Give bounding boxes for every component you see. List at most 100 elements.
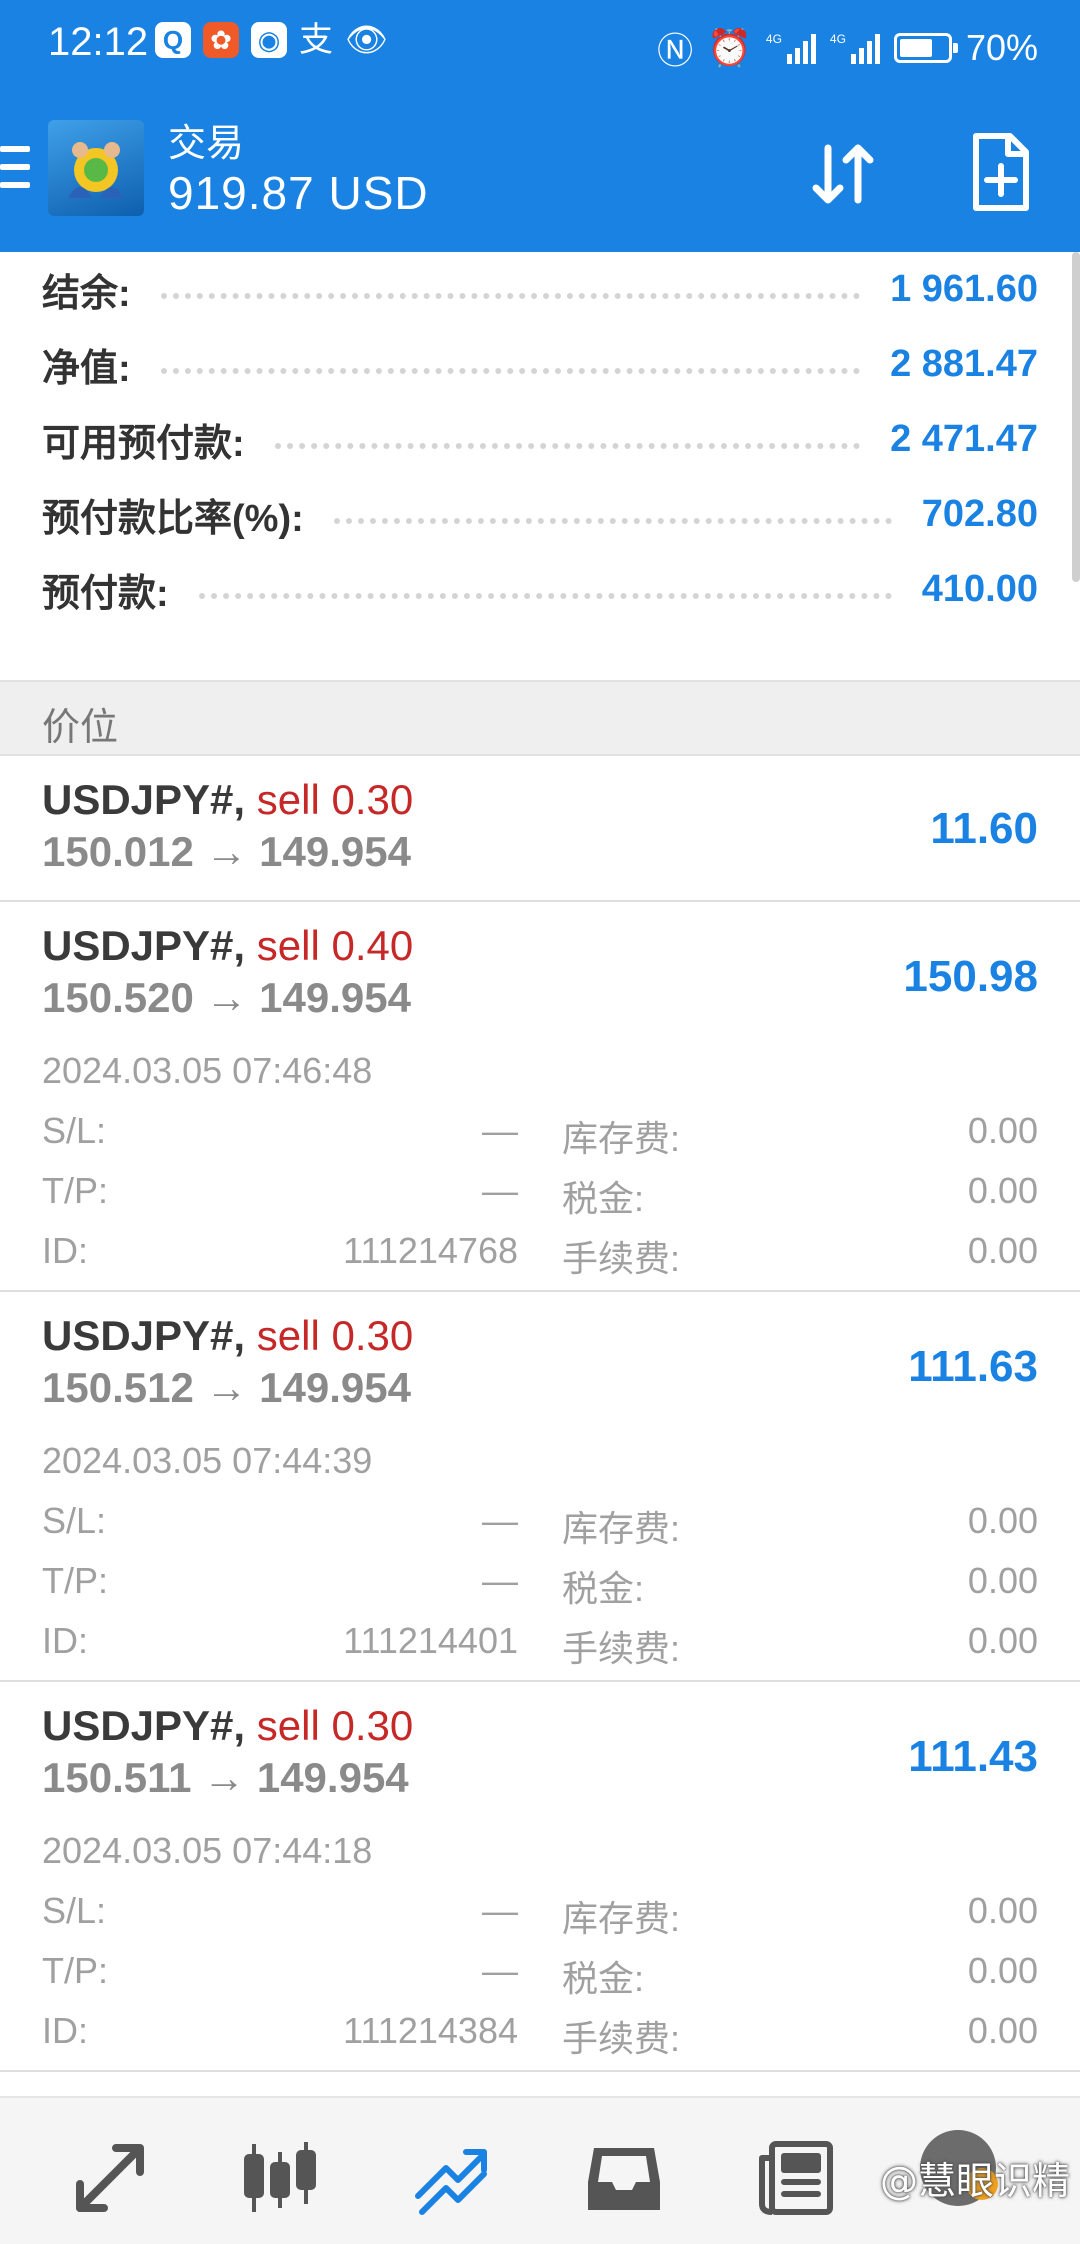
browser-icon: ◉ <box>251 22 287 58</box>
sl-value: — <box>482 1890 518 1931</box>
tp-label: T/P: <box>42 1170 109 1211</box>
detail-row: ID: 111214384 手续费: 0.00 <box>42 2010 1038 2070</box>
summary-row-equity: 净值: 2 881.47 <box>42 327 1038 402</box>
q-app-icon: Q <box>155 22 191 58</box>
tax-label: 税金: <box>562 1178 645 1219</box>
quotes-icon[interactable] <box>70 2138 150 2218</box>
position-side: sell 0.30 <box>256 1702 414 1749</box>
position-profit: 111.43 <box>908 1732 1038 1781</box>
news-icon[interactable] <box>756 2138 836 2218</box>
tp-label: T/P: <box>42 1950 109 1991</box>
detail-row: T/P: — 税金: 0.00 <box>42 1560 1038 1620</box>
history-icon[interactable] <box>584 2138 664 2218</box>
tax-value: 0.00 <box>967 1950 1038 1991</box>
id-label: ID: <box>42 1230 89 1271</box>
position-profit: 11.60 <box>930 804 1038 853</box>
battery-icon <box>893 33 958 63</box>
detail-row: S/L: — 库存费: 0.00 <box>42 1890 1038 1950</box>
position-open-time: 2024.03.05 07:44:39 <box>42 1440 373 1481</box>
position-item[interactable]: USDJPY#, sell 0.30 150.511 → 149.954 111… <box>0 1682 1080 2072</box>
scrollbar[interactable] <box>1072 252 1080 582</box>
detail-row: ID: 111214768 手续费: 0.00 <box>42 1230 1038 1290</box>
position-prices: 150.012 → 149.954 <box>42 828 411 875</box>
tp-value: — <box>482 1950 518 1991</box>
position-side: sell 0.30 <box>256 776 414 823</box>
summary-row-margin: 预付款: 410.00 <box>42 552 1038 627</box>
new-order-icon[interactable] <box>970 130 1032 214</box>
swap-label: 库存费: <box>562 1508 681 1549</box>
sl-label: S/L: <box>42 1890 107 1931</box>
fee-value: 0.00 <box>967 1620 1038 1661</box>
summary-label: 可用预付款: <box>42 423 245 465</box>
position-item[interactable]: USDJPY#, sell 0.30 150.512 → 149.954 111… <box>0 1292 1080 1682</box>
summary-value: 1 961.60 <box>890 268 1038 310</box>
summary-value: 2 471.47 <box>890 418 1038 460</box>
summary-label: 预付款: <box>42 573 169 615</box>
menu-icon[interactable] <box>0 146 30 190</box>
detail-row: ID: 111214401 手续费: 0.00 <box>42 1620 1038 1680</box>
status-time: 12:12 <box>48 20 149 64</box>
position-symbol: USDJPY#, sell 0.30 <box>42 1702 414 1749</box>
metatrader-logo <box>48 120 144 216</box>
position-open-time: 2024.03.05 07:44:18 <box>42 1830 373 1871</box>
tax-label: 税金: <box>562 1568 645 1609</box>
alipay-icon: 支 <box>299 21 333 59</box>
status-bar: 12:12 Q ✿ ◉ 支 👁 Ⓝ ⏰ 4G 4G 70% <box>0 0 1080 90</box>
summary-value: 702.80 <box>921 493 1038 535</box>
fee-label: 手续费: <box>562 2018 681 2059</box>
id-label: ID: <box>42 2010 89 2051</box>
alarm-icon: ⏰ <box>707 27 752 68</box>
swap-label: 库存费: <box>562 1118 681 1159</box>
summary-label: 预付款比率(%): <box>42 498 304 540</box>
tax-label: 税金: <box>562 1958 645 1999</box>
summary-row-margin-level: 预付款比率(%): 702.80 <box>42 477 1038 552</box>
tp-label: T/P: <box>42 1560 109 1601</box>
fee-value: 0.00 <box>967 2010 1038 2051</box>
trade-icon[interactable] <box>412 2138 492 2218</box>
tp-value: — <box>482 1560 518 1601</box>
position-item[interactable]: USDJPY#, sell 0.30 150.012 → 149.954 11.… <box>0 756 1080 902</box>
swap-label: 库存费: <box>562 1898 681 1939</box>
id-value: 111214768 <box>343 1230 518 1271</box>
tp-value: — <box>482 1170 518 1211</box>
position-side: sell 0.40 <box>256 922 414 969</box>
battery-percent: 70% <box>965 27 1038 68</box>
summary-row-free-margin: 可用预付款: 2 471.47 <box>42 402 1038 477</box>
summary-label: 净值: <box>42 348 131 390</box>
positions-section-header: 价位 <box>0 680 1080 756</box>
sl-label: S/L: <box>42 1500 107 1541</box>
swap-value: 0.00 <box>967 1500 1038 1541</box>
swap-value: 0.00 <box>967 1890 1038 1931</box>
sl-value: — <box>482 1500 518 1541</box>
id-value: 111214384 <box>343 2010 518 2051</box>
position-prices: 150.512 → 149.954 <box>42 1364 411 1411</box>
tax-value: 0.00 <box>967 1170 1038 1211</box>
detail-row: S/L: — 库存费: 0.00 <box>42 1110 1038 1170</box>
summary-label: 结余: <box>42 273 131 315</box>
position-symbol: USDJPY#, sell 0.30 <box>42 1312 414 1359</box>
signal-4g-icon: 4G <box>830 32 880 64</box>
position-side: sell 0.30 <box>256 1312 414 1359</box>
id-label: ID: <box>42 1620 89 1661</box>
sort-icon[interactable] <box>806 134 886 214</box>
nfc-icon: Ⓝ <box>657 30 694 71</box>
detail-row: T/P: — 税金: 0.00 <box>42 1170 1038 1230</box>
position-symbol: USDJPY#, sell 0.40 <box>42 922 414 969</box>
notification-icons: Q ✿ ◉ 支 👁 <box>155 22 388 58</box>
summary-value: 2 881.47 <box>890 343 1038 385</box>
fee-label: 手续费: <box>562 1238 681 1279</box>
detail-row: S/L: — 库存费: 0.00 <box>42 1500 1038 1560</box>
position-open-time: 2024.03.05 07:46:48 <box>42 1050 373 1091</box>
account-summary: 结余: 1 961.60 净值: 2 881.47 可用预付款: 2 471.4… <box>0 252 1080 678</box>
detail-row: T/P: — 税金: 0.00 <box>42 1950 1038 2010</box>
id-value: 111214401 <box>343 1620 518 1661</box>
position-item[interactable]: USDJPY#, sell 0.40 150.520 → 149.954 150… <box>0 902 1080 1292</box>
fee-label: 手续费: <box>562 1628 681 1669</box>
section-title: 价位 <box>42 707 119 749</box>
swap-value: 0.00 <box>967 1110 1038 1151</box>
position-profit: 150.98 <box>903 952 1038 1001</box>
chart-icon[interactable] <box>240 2138 320 2218</box>
position-prices: 150.511 → 149.954 <box>42 1754 409 1801</box>
signal-4g-icon: 4G <box>766 32 816 64</box>
eye-icon: 👁 <box>345 21 389 59</box>
